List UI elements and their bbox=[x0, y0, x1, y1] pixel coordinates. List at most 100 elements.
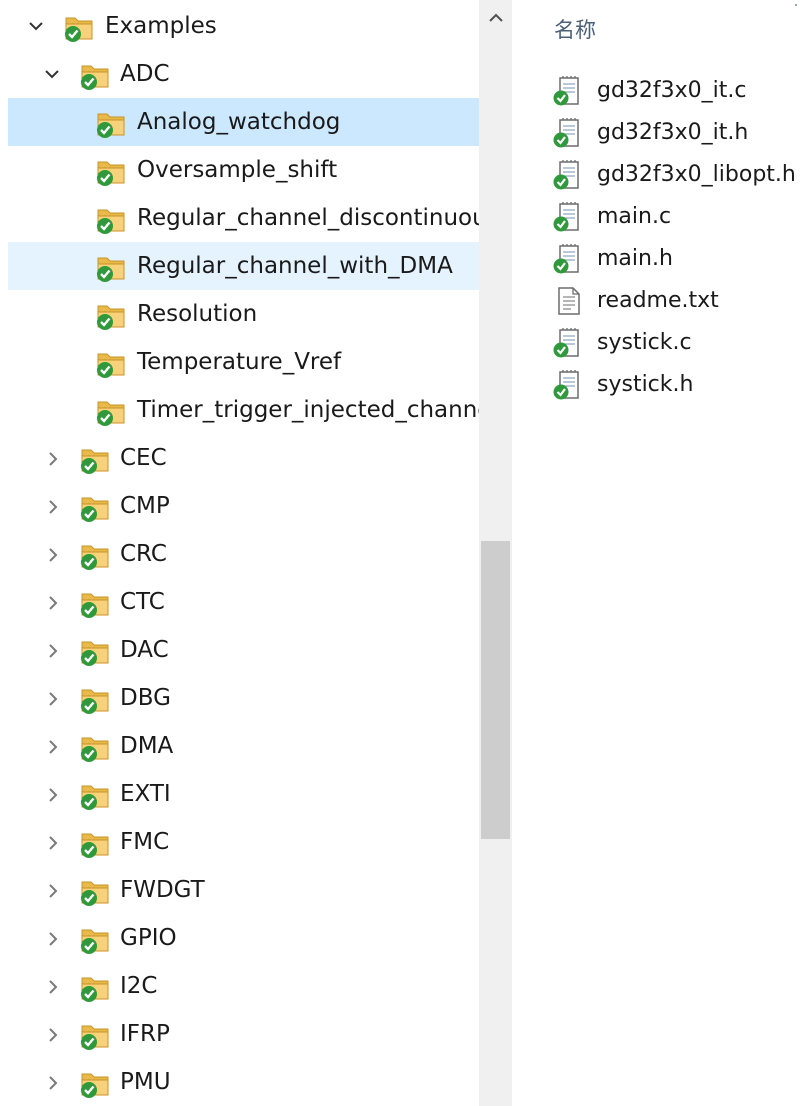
file-item-systick-h[interactable]: systick.h bbox=[552, 364, 806, 406]
chevron-right-icon[interactable] bbox=[42, 530, 68, 578]
tree-item-cec[interactable]: CEC bbox=[8, 434, 479, 482]
chevron-right-icon[interactable] bbox=[42, 482, 68, 530]
chevron-right-icon[interactable] bbox=[42, 434, 68, 482]
tree-item-analog-watchdog[interactable]: Analog_watchdog bbox=[8, 98, 479, 146]
file-item-systick-c[interactable]: systick.c bbox=[552, 322, 806, 364]
tree-item-label: CMP bbox=[120, 493, 170, 519]
synced-folder-icon bbox=[78, 58, 112, 92]
chevron-right-icon[interactable] bbox=[42, 578, 68, 626]
tree-item-label: Regular_channel_with_DMA bbox=[137, 253, 453, 279]
tree-item-label: Oversample_shift bbox=[137, 157, 338, 183]
source-file-icon bbox=[552, 75, 584, 107]
synced-folder-icon bbox=[94, 346, 128, 380]
synced-folder-icon bbox=[78, 730, 112, 764]
tree-item-label: Examples bbox=[105, 13, 217, 39]
tree-item-regular-channel-discontinuous[interactable]: Regular_channel_discontinuous bbox=[8, 194, 479, 242]
tree-item-resolution[interactable]: Resolution bbox=[8, 290, 479, 338]
tree-item-label: ADC bbox=[120, 61, 170, 87]
tree-item-label: FMC bbox=[120, 829, 170, 855]
chevron-right-icon[interactable] bbox=[42, 866, 68, 914]
tree-item-cmp[interactable]: CMP bbox=[8, 482, 479, 530]
tree-item-label: I2C bbox=[120, 973, 158, 999]
synced-folder-icon bbox=[78, 970, 112, 1004]
chevron-right-icon[interactable] bbox=[42, 914, 68, 962]
tree-item-dac[interactable]: DAC bbox=[8, 626, 479, 674]
tree-item-oversample-shift[interactable]: Oversample_shift bbox=[8, 146, 479, 194]
tree-item-examples[interactable]: Examples bbox=[8, 2, 479, 50]
tree-item-label: CRC bbox=[120, 541, 167, 567]
chevron-right-icon[interactable] bbox=[42, 722, 68, 770]
tree-item-pmu[interactable]: PMU bbox=[8, 1058, 479, 1106]
tree-item-label: CTC bbox=[120, 589, 165, 615]
tree-item-timer-trigger-injected-channel[interactable]: Timer_trigger_injected_channel bbox=[8, 386, 479, 434]
tree-item-ctc[interactable]: CTC bbox=[8, 578, 479, 626]
source-file-icon bbox=[552, 159, 584, 191]
file-item-gd32f3x0-libopt-h[interactable]: gd32f3x0_libopt.h bbox=[552, 154, 806, 196]
chevron-right-icon[interactable] bbox=[42, 1010, 68, 1058]
chevron-right-icon[interactable] bbox=[42, 674, 68, 722]
chevron-down-icon[interactable] bbox=[40, 50, 66, 98]
text-file-icon bbox=[552, 285, 584, 317]
file-item-readme-txt[interactable]: readme.txt bbox=[552, 280, 806, 322]
tree-item-label: PMU bbox=[120, 1069, 171, 1095]
synced-folder-icon bbox=[78, 1066, 112, 1100]
tree-item-i2c[interactable]: I2C bbox=[8, 962, 479, 1010]
synced-folder-icon bbox=[62, 10, 96, 44]
synced-folder-icon bbox=[78, 538, 112, 572]
chevron-right-icon[interactable] bbox=[42, 1058, 68, 1106]
chevron-right-icon[interactable] bbox=[42, 770, 68, 818]
source-file-icon bbox=[552, 327, 584, 359]
tree-item-exti[interactable]: EXTI bbox=[8, 770, 479, 818]
tree-item-label: Analog_watchdog bbox=[137, 109, 341, 135]
file-item-gd32f3x0-it-c[interactable]: gd32f3x0_it.c bbox=[552, 70, 806, 112]
file-list-pane: 名称 gd32f3x0_it.c gd32f3x0_it.h gd32f3x0_… bbox=[512, 0, 806, 1106]
tree-item-temperature-vref[interactable]: Temperature_Vref bbox=[8, 338, 479, 386]
name-column-header[interactable]: 名称 bbox=[554, 12, 596, 48]
file-item-main-h[interactable]: main.h bbox=[552, 238, 806, 280]
tree-item-ifrp[interactable]: IFRP bbox=[8, 1010, 479, 1058]
synced-folder-icon bbox=[94, 250, 128, 284]
tree-item-dbg[interactable]: DBG bbox=[8, 674, 479, 722]
tree-item-fmc[interactable]: FMC bbox=[8, 818, 479, 866]
synced-folder-icon bbox=[78, 442, 112, 476]
file-item-main-c[interactable]: main.c bbox=[552, 196, 806, 238]
tree-item-label: EXTI bbox=[120, 781, 171, 807]
tree-item-dma[interactable]: DMA bbox=[8, 722, 479, 770]
file-name: systick.h bbox=[597, 372, 694, 397]
scroll-up-button[interactable] bbox=[479, 0, 512, 36]
tree-item-label: Resolution bbox=[137, 301, 258, 327]
tree-item-label: CEC bbox=[120, 445, 167, 471]
synced-folder-icon bbox=[94, 298, 128, 332]
scroll-thumb[interactable] bbox=[481, 541, 510, 839]
source-file-icon bbox=[552, 369, 584, 401]
tree-scrollbar[interactable] bbox=[479, 0, 512, 1106]
synced-folder-icon bbox=[78, 778, 112, 812]
tree-item-adc[interactable]: ADC bbox=[8, 50, 479, 98]
synced-folder-icon bbox=[78, 490, 112, 524]
chevron-right-icon[interactable] bbox=[42, 818, 68, 866]
chevron-down-icon[interactable] bbox=[24, 2, 50, 50]
navigation-tree: Examples ADC Analog_watchdog Oversample_… bbox=[0, 0, 479, 1106]
synced-folder-icon bbox=[94, 106, 128, 140]
file-item-gd32f3x0-it-h[interactable]: gd32f3x0_it.h bbox=[552, 112, 806, 154]
source-file-icon bbox=[552, 243, 584, 275]
chevron-right-icon[interactable] bbox=[42, 626, 68, 674]
tree-item-label: DMA bbox=[120, 733, 174, 759]
file-name: gd32f3x0_it.h bbox=[597, 120, 749, 145]
tree-item-gpio[interactable]: GPIO bbox=[8, 914, 479, 962]
synced-folder-icon bbox=[94, 154, 128, 188]
synced-folder-icon bbox=[94, 394, 128, 428]
tree-item-label: Timer_trigger_injected_channel bbox=[137, 397, 479, 423]
file-name: gd32f3x0_libopt.h bbox=[597, 162, 796, 187]
synced-folder-icon bbox=[78, 586, 112, 620]
chevron-up-icon bbox=[489, 13, 503, 22]
tree-item-regular-channel-with-dma[interactable]: Regular_channel_with_DMA bbox=[8, 242, 479, 290]
chevron-right-icon[interactable] bbox=[42, 962, 68, 1010]
column-resize-handle bbox=[795, 4, 797, 6]
tree-item-label: DBG bbox=[120, 685, 171, 711]
source-file-icon bbox=[552, 201, 584, 233]
tree-item-fwdgt[interactable]: FWDGT bbox=[8, 866, 479, 914]
synced-folder-icon bbox=[78, 922, 112, 956]
tree-item-crc[interactable]: CRC bbox=[8, 530, 479, 578]
file-name: main.h bbox=[597, 246, 673, 271]
